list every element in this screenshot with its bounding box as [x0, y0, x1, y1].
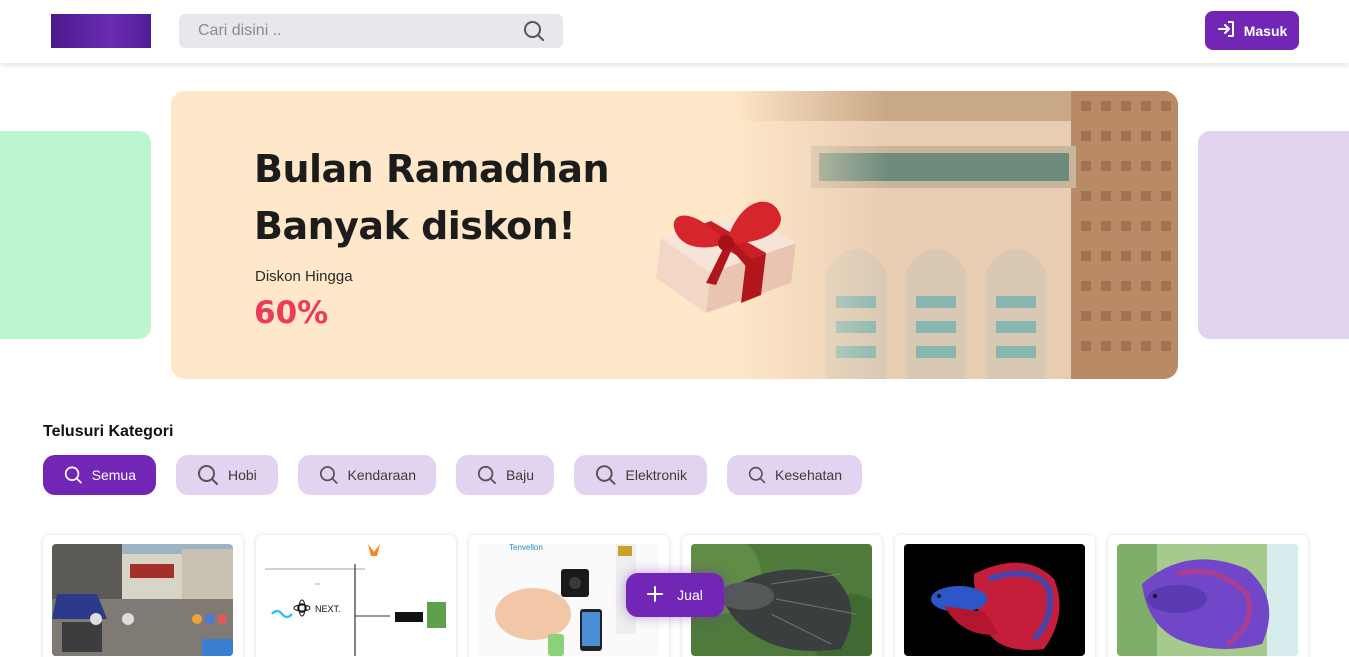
product-card[interactable]: NEXT. — [256, 535, 456, 657]
brand-logo[interactable] — [51, 14, 151, 48]
login-label: Masuk — [1243, 22, 1288, 39]
product-image-betta-blue-red — [904, 544, 1085, 656]
search-icon — [64, 466, 82, 484]
product-card[interactable] — [895, 535, 1095, 657]
category-label: Kendaraan — [347, 467, 416, 483]
category-label: Hobi — [228, 467, 257, 483]
category-chip-hobi[interactable]: Hobi — [176, 455, 278, 495]
category-label: Kesehatan — [775, 467, 842, 483]
banner-subtitle: Diskon Hingga — [255, 268, 353, 285]
product-card[interactable] — [1108, 535, 1308, 657]
next-logo-text: NEXT. — [315, 604, 341, 614]
product-card[interactable] — [43, 535, 243, 657]
category-chip-kendaraan[interactable]: Kendaraan — [298, 455, 436, 495]
search-icon[interactable] — [523, 20, 545, 47]
search-icon — [319, 466, 338, 484]
gift-box-icon — [656, 201, 796, 313]
category-chip-baju[interactable]: Baju — [456, 455, 554, 495]
login-button[interactable]: Masuk — [1205, 11, 1299, 50]
search-bar — [179, 14, 563, 48]
search-icon — [198, 465, 218, 485]
login-icon — [1217, 19, 1237, 42]
product-image-diagram: NEXT. — [265, 544, 446, 656]
sell-label: Jual — [677, 587, 703, 603]
category-list: Semua Hobi Kendaraan Baju Elektronik Kes… — [43, 455, 862, 495]
category-chip-elektronik[interactable]: Elektronik — [574, 455, 707, 495]
category-chip-semua[interactable]: Semua — [43, 455, 156, 495]
category-label: Baju — [505, 467, 534, 483]
search-input[interactable] — [179, 14, 509, 48]
sell-button[interactable]: Jual — [626, 573, 724, 617]
categories-heading: Telusuri Kategori — [43, 423, 174, 440]
category-chip-kesehatan[interactable]: Kesehatan — [727, 455, 862, 495]
plus-icon — [647, 585, 664, 605]
category-label: Semua — [91, 467, 136, 483]
product-image-betta-purple — [1117, 544, 1298, 656]
product-image-storefront — [52, 544, 233, 656]
search-icon — [477, 465, 497, 485]
promo-banner[interactable]: Bulan Ramadhan Banyak diskon! Diskon Hin… — [171, 91, 1178, 379]
brand-text: Tenvellon — [509, 544, 543, 552]
banner-title: Bulan Ramadhan Banyak diskon! — [254, 147, 610, 248]
search-icon — [595, 465, 616, 485]
top-header: Masuk — [0, 0, 1349, 63]
carousel-next-slide[interactable] — [1198, 131, 1349, 339]
search-icon — [748, 466, 766, 484]
banner-discount: 60% — [254, 295, 329, 331]
category-label: Elektronik — [625, 467, 687, 483]
carousel-prev-slide[interactable] — [0, 131, 151, 339]
